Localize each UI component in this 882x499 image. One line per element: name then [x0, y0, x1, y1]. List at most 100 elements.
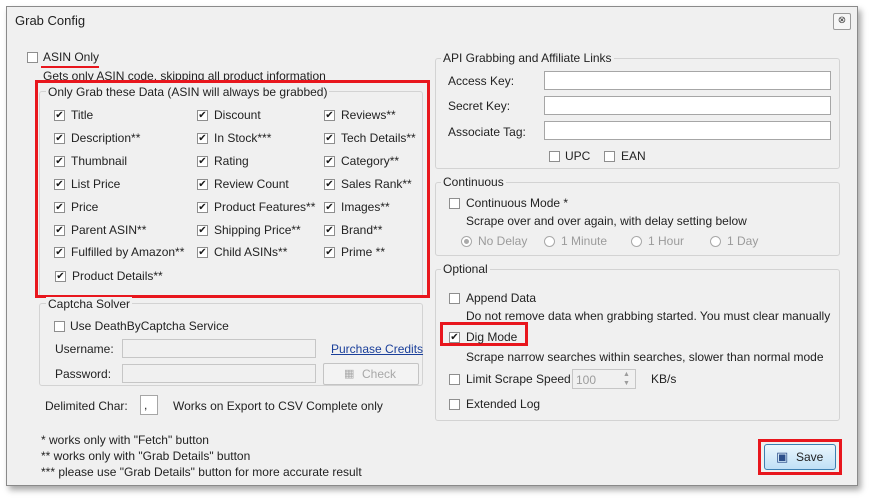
sales-rank-label: Sales Rank**	[341, 177, 412, 191]
api-group-title: API Grabbing and Affiliate Links	[441, 51, 614, 65]
reviews-checkbox[interactable]: ✔	[324, 110, 335, 121]
no-delay-label: No Delay	[478, 234, 528, 248]
dialog-content: ASIN Only Gets only ASIN code, skipping …	[7, 35, 857, 485]
tech-details-label: Tech Details**	[341, 131, 416, 145]
thumbnail-label: Thumbnail	[71, 154, 128, 168]
associate-tag-label: Associate Tag:	[448, 125, 526, 139]
shipping-price-checkbox[interactable]: ✔	[197, 225, 208, 236]
one-hour-radio[interactable]	[631, 236, 642, 247]
category-checkbox[interactable]: ✔	[324, 156, 335, 167]
one-day-radio[interactable]	[710, 236, 721, 247]
captcha-password-input[interactable]	[122, 364, 316, 383]
review-count-checkbox[interactable]: ✔	[197, 179, 208, 190]
upc-checkbox[interactable]	[549, 151, 560, 162]
reviews-label: Reviews**	[341, 108, 396, 122]
description-label: Description**	[71, 131, 141, 145]
product-details-label: Product Details**	[72, 269, 163, 283]
product-features-checkbox[interactable]: ✔	[197, 202, 208, 213]
limit-speed-unit: KB/s	[651, 372, 677, 386]
captcha-username-input[interactable]	[122, 339, 316, 358]
asin-only-label: ASIN Only	[43, 50, 100, 64]
in-stock-label: In Stock***	[214, 131, 272, 145]
footnote-2: ** works only with "Grab Details" button	[41, 449, 251, 463]
rating-label: Rating	[214, 154, 249, 168]
continuous-description: Scrape over and over again, with delay s…	[466, 214, 747, 228]
no-delay-radio[interactable]	[461, 236, 472, 247]
asin-only-checkbox[interactable]	[27, 52, 38, 63]
shipping-price-label: Shipping Price**	[214, 223, 301, 237]
purchase-credits-link[interactable]: Purchase Credits	[331, 342, 423, 356]
fulfilled-by-amazon-checkbox[interactable]: ✔	[54, 247, 65, 258]
dig-mode-label: Dig Mode	[466, 330, 518, 344]
in-stock-checkbox[interactable]: ✔	[197, 133, 208, 144]
close-icon: ⊗	[837, 15, 847, 26]
delimited-char-label: Delimited Char:	[45, 399, 128, 413]
child-asins-checkbox[interactable]: ✔	[197, 247, 208, 258]
extended-log-label: Extended Log	[466, 397, 541, 411]
one-minute-label: 1 Minute	[561, 234, 608, 248]
save-button[interactable]: ▣ Save	[764, 444, 836, 470]
list-price-label: List Price	[71, 177, 121, 191]
upc-label: UPC	[565, 149, 591, 163]
brand-label: Brand**	[341, 223, 383, 237]
check-button[interactable]: ▦ Check	[323, 363, 419, 385]
child-asins-label: Child ASINs**	[214, 245, 288, 259]
delimited-note: Works on Export to CSV Complete only	[173, 399, 383, 413]
append-data-description: Do not remove data when grabbing started…	[466, 309, 831, 323]
limit-scrape-speed-checkbox[interactable]	[449, 374, 460, 385]
tech-details-checkbox[interactable]: ✔	[324, 133, 335, 144]
access-key-input[interactable]	[544, 71, 831, 90]
extended-log-checkbox[interactable]	[449, 399, 460, 410]
window-title: Grab Config	[15, 13, 86, 28]
associate-tag-input[interactable]	[544, 121, 831, 140]
dig-mode-description: Scrape narrow searches within searches, …	[466, 350, 824, 364]
check-button-label: Check	[362, 367, 397, 381]
images-label: Images**	[341, 200, 390, 214]
captcha-group-title: Captcha Solver	[46, 297, 133, 311]
delimited-char-value: ,	[144, 398, 148, 412]
fulfilled-by-amazon-label: Fulfilled by Amazon**	[71, 245, 185, 259]
discount-label: Discount	[214, 108, 261, 122]
thumbnail-checkbox[interactable]: ✔	[54, 156, 65, 167]
optional-group-title: Optional	[441, 262, 490, 276]
one-minute-radio[interactable]	[544, 236, 555, 247]
parent-asin-checkbox[interactable]: ✔	[54, 225, 65, 236]
description-checkbox[interactable]: ✔	[54, 133, 65, 144]
footnote-3: *** please use "Grab Details" button for…	[41, 465, 362, 479]
prime-label: Prime **	[341, 245, 386, 259]
ean-checkbox[interactable]	[604, 151, 615, 162]
stepper-arrows-icon[interactable]: ▲ ▼	[623, 370, 630, 388]
save-disk-icon: ▣	[776, 449, 789, 464]
prime-checkbox[interactable]: ✔	[324, 247, 335, 258]
price-label: Price	[71, 200, 99, 214]
product-features-label: Product Features**	[214, 200, 316, 214]
limit-speed-stepper[interactable]: 100 ▲ ▼	[572, 369, 636, 389]
price-checkbox[interactable]: ✔	[54, 202, 65, 213]
limit-scrape-speed-label: Limit Scrape Speed	[466, 372, 571, 386]
discount-checkbox[interactable]: ✔	[197, 110, 208, 121]
close-button[interactable]: ⊗	[833, 13, 851, 30]
title-checkbox[interactable]: ✔	[54, 110, 65, 121]
secret-key-label: Secret Key:	[448, 99, 511, 113]
dig-mode-checkbox[interactable]: ✔	[449, 332, 460, 343]
one-day-label: 1 Day	[727, 234, 759, 248]
brand-checkbox[interactable]: ✔	[324, 225, 335, 236]
continuous-mode-label: Continuous Mode *	[466, 196, 569, 210]
product-details-checkbox[interactable]: ✔	[55, 271, 66, 282]
sales-rank-checkbox[interactable]: ✔	[324, 179, 335, 190]
check-icon: ▦	[344, 368, 355, 380]
review-count-label: Review Count	[214, 177, 289, 191]
images-checkbox[interactable]: ✔	[324, 202, 335, 213]
continuous-group-title: Continuous	[441, 175, 506, 189]
parent-asin-label: Parent ASIN**	[71, 223, 147, 237]
use-deathbycaptcha-checkbox[interactable]	[54, 321, 65, 332]
append-data-checkbox[interactable]	[449, 293, 460, 304]
password-label: Password:	[55, 367, 112, 381]
secret-key-input[interactable]	[544, 96, 831, 115]
continuous-mode-checkbox[interactable]	[449, 198, 460, 209]
one-hour-label: 1 Hour	[648, 234, 685, 248]
save-button-label: Save	[796, 450, 824, 464]
list-price-checkbox[interactable]: ✔	[54, 179, 65, 190]
delimited-char-input[interactable]: ,	[140, 395, 158, 415]
rating-checkbox[interactable]: ✔	[197, 156, 208, 167]
